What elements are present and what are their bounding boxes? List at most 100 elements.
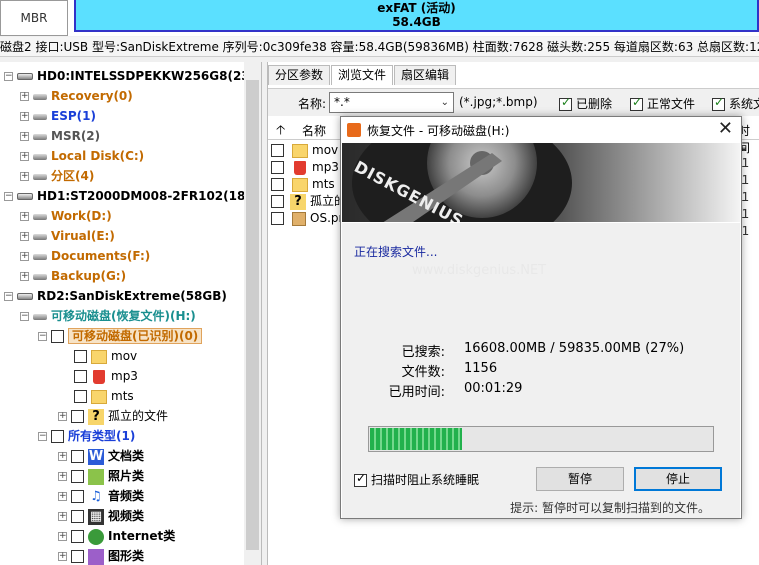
checkbox-icon[interactable] — [712, 95, 725, 111]
tree-node-type[interactable]: + 照片类 — [58, 466, 144, 486]
checkbox-icon[interactable] — [354, 471, 367, 487]
tree-node-partition[interactable]: + Recovery(0) — [20, 86, 133, 106]
checkbox-icon[interactable] — [559, 95, 572, 111]
checkbox-icon[interactable] — [630, 95, 643, 111]
tree-checkbox[interactable] — [71, 530, 84, 543]
up-arrow-icon[interactable]: 🡡 — [276, 121, 285, 143]
tree-node-type[interactable]: + 图形类 — [58, 546, 144, 565]
collapse-icon[interactable]: − — [4, 72, 13, 81]
row-checkbox[interactable] — [271, 161, 284, 174]
prevent-sleep-checkbox[interactable]: 扫描时阻止系统睡眠 — [354, 471, 479, 488]
tree-node-rd2[interactable]: − RD2:SanDiskExtreme(58GB) — [4, 286, 227, 306]
tree-node-partition[interactable]: + 分区(4) — [20, 166, 94, 186]
tree-checkbox[interactable] — [51, 330, 64, 343]
tree-node-hd0[interactable]: − HD0:INTELSSDPEKKW256G8(238G — [4, 66, 261, 86]
expand-icon[interactable]: + — [20, 112, 29, 121]
collapse-icon[interactable]: − — [38, 432, 47, 441]
collapse-icon[interactable]: − — [20, 312, 29, 321]
row-checkbox[interactable] — [271, 212, 284, 225]
partition-icon — [33, 273, 47, 280]
tree-scrollbar[interactable] — [244, 62, 261, 565]
tree-node-partition[interactable]: + Work(D:) — [20, 206, 112, 226]
collapse-icon[interactable]: − — [4, 292, 13, 301]
tree-checkbox[interactable] — [71, 510, 84, 523]
tab-sector-edit[interactable]: 扇区编辑 — [394, 65, 457, 85]
row-checkbox[interactable] — [271, 195, 284, 208]
collapse-icon[interactable]: − — [4, 192, 13, 201]
tree-node-partition[interactable]: + MSR(2) — [20, 126, 100, 146]
file-row[interactable]: OS.pr — [271, 210, 343, 226]
watermark-text: www.diskgenius.NET — [412, 263, 547, 278]
expand-icon[interactable]: + — [58, 452, 67, 461]
expand-icon[interactable]: + — [20, 272, 29, 281]
tree-checkbox[interactable] — [71, 490, 84, 503]
expand-icon[interactable]: + — [58, 552, 67, 561]
tree-checkbox[interactable] — [71, 550, 84, 563]
close-icon[interactable]: ✕ — [718, 119, 733, 139]
file-row[interactable]: mov — [271, 142, 338, 158]
expand-icon[interactable]: + — [20, 232, 29, 241]
tree-node-type[interactable]: + Internet类 — [58, 526, 175, 546]
tree-node-partition[interactable]: + Local Disk(C:) — [20, 146, 144, 166]
name-filter-input[interactable]: *.* ⌄ — [329, 92, 454, 113]
file-row[interactable]: mts — [271, 176, 335, 192]
normal-filter-checkbox[interactable]: 正常文件 — [630, 95, 695, 112]
collapse-icon[interactable]: − — [38, 332, 47, 341]
tree-node-partition[interactable]: + Virual(E:) — [20, 226, 115, 246]
tree-node-identified[interactable]: − 可移动磁盘(已识别)(0) — [38, 326, 203, 346]
partition-icon — [33, 213, 47, 220]
tree-node-label: Backup(G:) — [51, 269, 127, 283]
expand-icon[interactable]: + — [20, 132, 29, 141]
partition-block-exfat[interactable]: exFAT (活动) 58.4GB — [74, 0, 759, 32]
tree-checkbox[interactable] — [71, 470, 84, 483]
expand-icon[interactable]: + — [58, 412, 67, 421]
tree-node-partition[interactable]: + ESP(1) — [20, 106, 96, 126]
tree-scrollbar-thumb[interactable] — [246, 80, 259, 550]
tree-node-partition[interactable]: + Backup(G:) — [20, 266, 126, 286]
tree-node-folder[interactable]: mts — [74, 386, 134, 406]
tab-partition-params[interactable]: 分区参数 — [268, 65, 331, 85]
tree-checkbox[interactable] — [71, 450, 84, 463]
file-row[interactable]: ? 孤立的 — [271, 193, 346, 210]
expand-icon[interactable]: + — [20, 92, 29, 101]
chevron-down-icon[interactable]: ⌄ — [441, 93, 449, 112]
partition-icon — [33, 153, 47, 160]
column-name[interactable]: 名称 — [302, 122, 326, 139]
trash-icon — [294, 160, 306, 175]
expand-icon[interactable]: + — [58, 532, 67, 541]
expand-icon[interactable]: + — [20, 172, 29, 181]
elapsed-value: 00:01:29 — [464, 381, 523, 396]
tree-node-type[interactable]: + W 文档类 — [58, 446, 144, 466]
tree-node-type[interactable]: + ▦ 视频类 — [58, 506, 144, 526]
tree-node-hd1[interactable]: − HD1:ST2000DM008-2FR102(1863G — [4, 186, 261, 206]
tree-node-type[interactable]: + ♫ 音频类 — [58, 486, 144, 506]
expand-icon[interactable]: + — [58, 472, 67, 481]
tree-checkbox[interactable] — [74, 370, 87, 383]
dialog-titlebar[interactable]: 恢复文件 - 可移动磁盘(H:) ✕ — [341, 117, 741, 143]
tree-checkbox[interactable] — [71, 410, 84, 423]
pause-button[interactable]: 暂停 — [536, 467, 624, 491]
tree-node-folder[interactable]: +? 孤立的文件 — [58, 406, 168, 426]
tab-browse-files[interactable]: 浏览文件 — [331, 65, 394, 85]
expand-icon[interactable]: + — [58, 512, 67, 521]
system-filter-checkbox[interactable]: 系统文 — [712, 95, 759, 112]
deleted-filter-checkbox[interactable]: 已删除 — [559, 95, 612, 112]
row-checkbox[interactable] — [271, 178, 284, 191]
tree-checkbox[interactable] — [74, 390, 87, 403]
file-row[interactable]: mp3 — [271, 159, 339, 175]
row-checkbox[interactable] — [271, 144, 284, 157]
system-filter-label: 系统文 — [729, 97, 759, 111]
expand-icon[interactable]: + — [20, 152, 29, 161]
tree-node-folder[interactable]: mp3 — [74, 366, 138, 386]
tree-checkbox[interactable] — [74, 350, 87, 363]
tree-node-all-types[interactable]: − 所有类型(1) — [38, 426, 135, 446]
expand-icon[interactable]: + — [20, 252, 29, 261]
expand-icon[interactable]: + — [20, 212, 29, 221]
tree-checkbox[interactable] — [51, 430, 64, 443]
tree-node-partition[interactable]: + Documents(F:) — [20, 246, 150, 266]
tree-node-folder[interactable]: mov — [74, 346, 137, 366]
mbr-cell[interactable]: MBR — [0, 0, 68, 36]
expand-icon[interactable]: + — [58, 492, 67, 501]
tree-node-removable[interactable]: − 可移动磁盘(恢复文件)(H:) — [20, 306, 196, 326]
stop-button[interactable]: 停止 — [634, 467, 722, 491]
